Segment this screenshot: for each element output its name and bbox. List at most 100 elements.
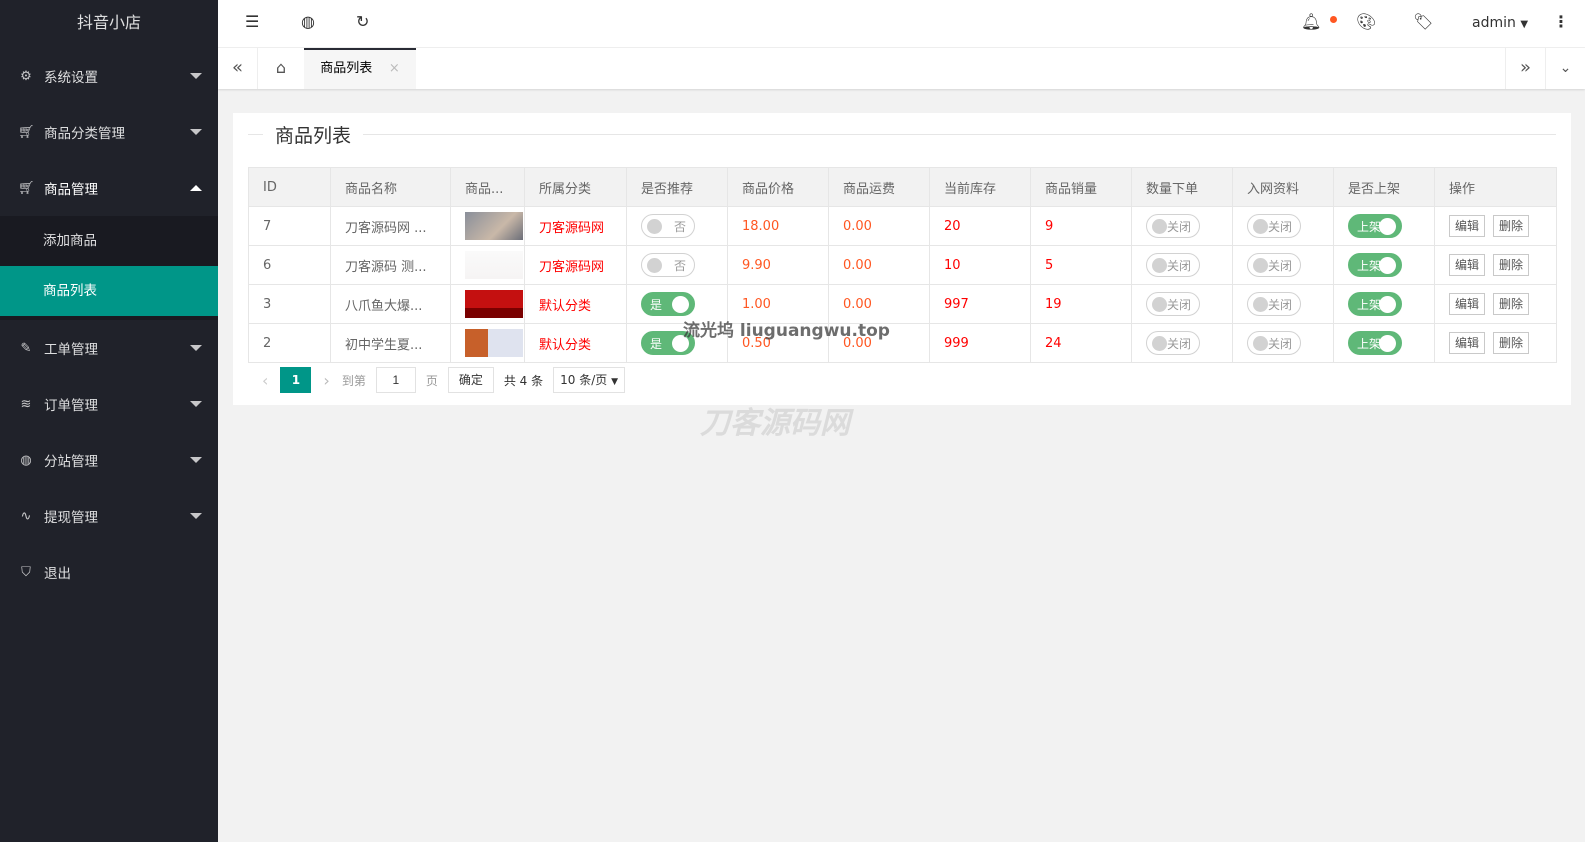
cell-stock: 999: [929, 323, 1031, 363]
cell-name: 八爪鱼大爆...: [330, 284, 451, 324]
globe-icon[interactable]: ◍: [301, 12, 315, 31]
switch-knob: [1253, 219, 1268, 234]
delete-button[interactable]: 删除: [1493, 215, 1530, 237]
label: 商品分类管理: [44, 126, 125, 142]
table-row: 7 刀客源码网 ... 刀客源码网 否 18.00 0.00 20 9 关闭 关…: [248, 206, 1557, 246]
edit-button[interactable]: 编辑: [1449, 293, 1486, 315]
delete-button[interactable]: 删除: [1493, 254, 1530, 276]
tab-scroll-left-icon[interactable]: «: [218, 48, 258, 89]
delete-button[interactable]: 删除: [1493, 293, 1530, 315]
sidebar-item-substation[interactable]: ◍ 分站管理: [0, 432, 218, 488]
qty_order-switch[interactable]: 关闭: [1146, 331, 1200, 355]
sidebar-item-system[interactable]: ⚙ 系统设置: [0, 48, 218, 104]
product-image[interactable]: [465, 212, 523, 240]
switch-text: 上架: [1357, 298, 1382, 312]
column-header: 入网资料: [1232, 167, 1334, 207]
table-header: ID 商品名称 商品... 所属分类 是否推荐 商品价格 商品运费 当前库存 商品销量 数量下单入…: [248, 167, 1557, 207]
column-header: 商品运费: [828, 167, 930, 207]
column-header: 商品名称: [330, 167, 451, 207]
edit-button[interactable]: 编辑: [1449, 215, 1486, 237]
column-header: ID: [248, 167, 331, 207]
column-header: 商品价格: [727, 167, 829, 207]
caret-down-icon: ▼: [1520, 19, 1529, 30]
switch-knob: [647, 219, 662, 234]
pagination: ‹ 1 › 到第 页 确定 共 4 条 10 条/页 ▼: [248, 367, 626, 393]
sidebar-item-logout[interactable]: ⛉ 退出: [0, 544, 218, 600]
sidebar-item-category[interactable]: 🛒︎ 商品分类管理: [0, 104, 218, 160]
tab-menu-chevron-icon[interactable]: ⌄: [1545, 48, 1585, 89]
chevron-down-icon: ▼: [611, 377, 619, 387]
switch-knob: [1379, 257, 1396, 274]
watermark-logo: 刀客源码网: [700, 406, 850, 441]
recommend-switch[interactable]: 否: [641, 253, 695, 277]
tag-icon[interactable]: 🏷︎: [1413, 12, 1433, 31]
sidebar-item-goods[interactable]: 🛒︎ 商品管理: [0, 160, 218, 216]
page-size-select[interactable]: 10 条/页 ▼: [553, 367, 626, 393]
switch-text: 关闭: [1166, 259, 1191, 273]
listed-switch[interactable]: 上架: [1348, 253, 1402, 277]
caret-down-icon: [190, 457, 202, 469]
submenu-goods: 添加商品 商品列表: [0, 216, 218, 316]
product-image[interactable]: [465, 329, 523, 357]
cell-id: 2: [248, 323, 331, 363]
netinfo-switch[interactable]: 关闭: [1247, 253, 1301, 277]
switch-text: 上架: [1357, 259, 1382, 273]
tab-goods-list[interactable]: 商品列表 ×: [304, 48, 416, 89]
netinfo-switch[interactable]: 关闭: [1247, 292, 1301, 316]
recommend-switch[interactable]: 是: [641, 292, 695, 316]
cell-category: 刀客源码网: [524, 206, 627, 246]
cell-sales: 24: [1030, 323, 1132, 363]
user-menu[interactable]: admin ▼: [1472, 15, 1528, 31]
refresh-icon[interactable]: ↻: [356, 12, 369, 31]
more-icon[interactable]: ⋮: [1553, 12, 1569, 31]
qty_order-switch[interactable]: 关闭: [1146, 214, 1200, 238]
listed-switch[interactable]: 上架: [1348, 331, 1402, 355]
sidebar-item-add-goods[interactable]: 添加商品: [0, 216, 218, 266]
qty_order-switch[interactable]: 关闭: [1146, 253, 1200, 277]
page-1[interactable]: 1: [280, 367, 312, 393]
switch-knob: [1152, 336, 1167, 351]
switch-text: 是: [650, 298, 663, 312]
bell-icon[interactable]: 🔔︎: [1301, 12, 1321, 31]
edit-button[interactable]: 编辑: [1449, 332, 1486, 354]
sidebar-item-order[interactable]: ≋ 订单管理: [0, 376, 218, 432]
home-icon[interactable]: ⌂: [258, 48, 304, 89]
cell-stock: 10: [929, 245, 1031, 285]
listed-switch[interactable]: 上架: [1348, 292, 1402, 316]
switch-knob: [1379, 296, 1396, 313]
goto-page-input[interactable]: [375, 367, 416, 393]
switch-text: 关闭: [1267, 337, 1292, 351]
tab-scroll-right-icon[interactable]: »: [1505, 48, 1545, 89]
listed-switch[interactable]: 上架: [1348, 214, 1402, 238]
sidebar-item-goods-list[interactable]: 商品列表: [0, 266, 218, 316]
menu-collapse-icon[interactable]: ☰: [245, 12, 259, 31]
prev-page-icon[interactable]: ‹: [262, 371, 268, 390]
recommend-switch[interactable]: 否: [641, 214, 695, 238]
sidebar-item-ticket[interactable]: ✎ 工单管理: [0, 320, 218, 376]
cell-shipping: 0.00: [828, 245, 930, 285]
close-icon[interactable]: ×: [389, 61, 400, 76]
goods-table: ID 商品名称 商品... 所属分类 是否推荐 商品价格 商品运费 当前库存 商品销量 数量下单入…: [248, 167, 1557, 363]
product-image[interactable]: [465, 290, 523, 318]
top-header: ☰ ◍ ↻ 🔔︎ 🎨︎ 🏷︎ admin ▼ ⋮: [218, 0, 1585, 48]
sidebar-item-withdraw[interactable]: ∿ 提现管理: [0, 488, 218, 544]
next-page-icon[interactable]: ›: [323, 371, 329, 390]
cell-id: 3: [248, 284, 331, 324]
switch-knob: [1253, 336, 1268, 351]
palette-icon[interactable]: 🎨︎: [1356, 12, 1376, 31]
netinfo-switch[interactable]: 关闭: [1247, 331, 1301, 355]
gear-icon: ⚙: [20, 68, 32, 84]
tab-label: 商品列表: [320, 61, 373, 76]
product-image[interactable]: [465, 251, 523, 279]
confirm-button[interactable]: 确定: [447, 367, 494, 393]
switch-text: 否: [673, 220, 686, 234]
edit-button[interactable]: 编辑: [1449, 254, 1486, 276]
switch-text: 关闭: [1166, 298, 1191, 312]
switch-text: 否: [673, 259, 686, 273]
switch-text: 关闭: [1267, 298, 1292, 312]
netinfo-switch[interactable]: 关闭: [1247, 214, 1301, 238]
qty_order-switch[interactable]: 关闭: [1146, 292, 1200, 316]
page-label: 页: [425, 373, 438, 388]
delete-button[interactable]: 删除: [1493, 332, 1530, 354]
column-header: 是否上架: [1333, 167, 1435, 207]
